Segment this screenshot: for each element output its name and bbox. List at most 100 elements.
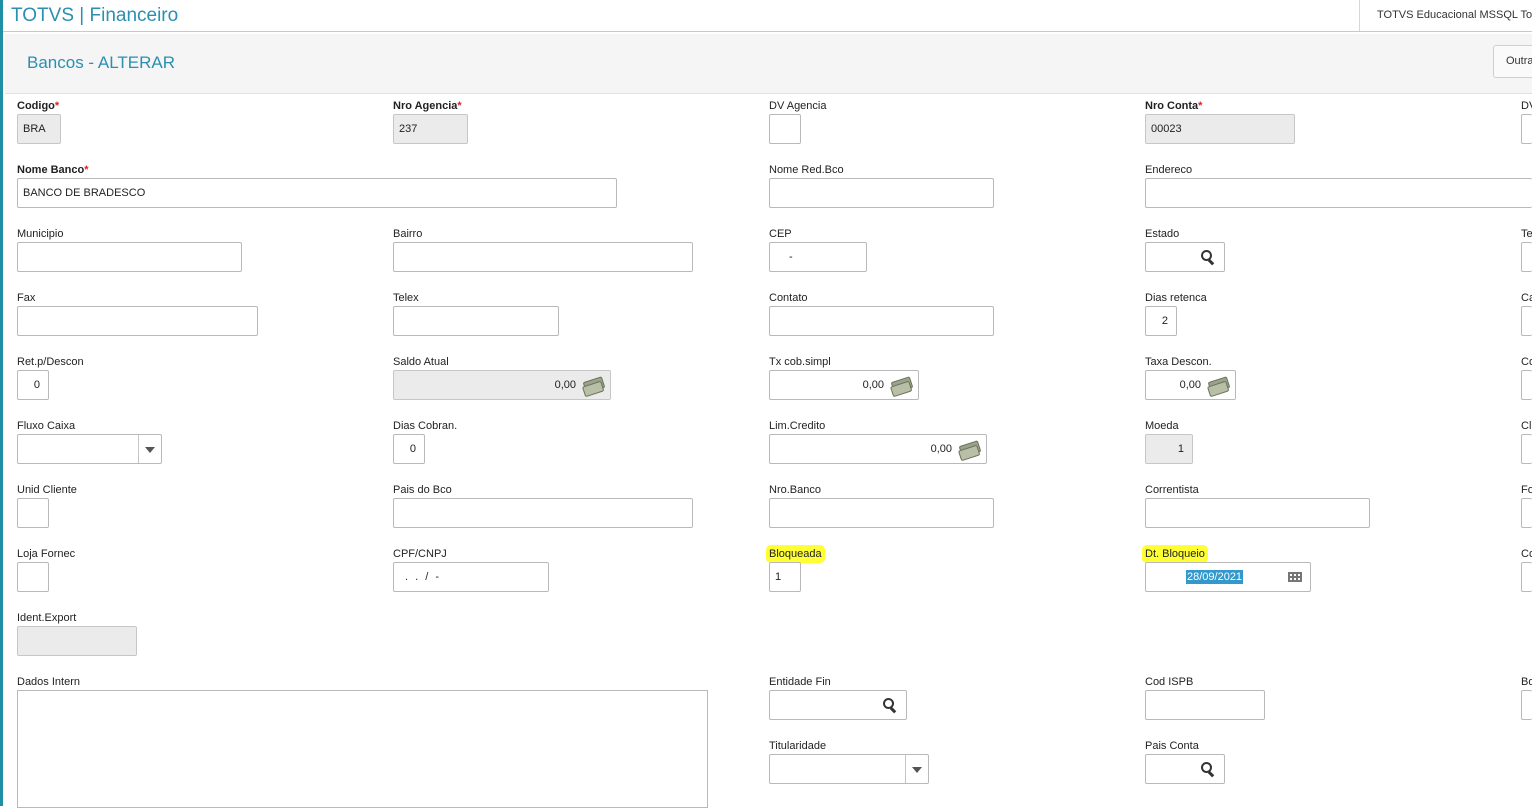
municipio-input[interactable] — [17, 242, 242, 272]
pais-do-bco-label: Pais do Bco — [393, 484, 452, 496]
pais-conta-label: Pais Conta — [1145, 740, 1199, 752]
nro-agencia-input[interactable]: 237 — [393, 114, 468, 144]
titularidade-select[interactable] — [769, 754, 929, 784]
col5-row6-input[interactable] — [1521, 434, 1532, 464]
loja-fornec-input[interactable] — [17, 562, 49, 592]
col5-row10-label: Bo — [1521, 676, 1532, 688]
nome-red-bco-label: Nome Red.Bco — [769, 164, 844, 176]
tx-cob-simpl-input[interactable]: 0,00 — [769, 370, 919, 400]
saldo-atual-label: Saldo Atual — [393, 356, 449, 368]
fax-label: Fax — [17, 292, 36, 304]
top-bar: TOTVS | Financeiro TOTVS Educacional MSS… — [3, 0, 1532, 32]
bairro-input[interactable] — [393, 242, 693, 272]
fluxo-caixa-label: Fluxo Caixa — [17, 420, 76, 432]
contato-label: Contato — [769, 292, 808, 304]
ret-p-descon-input[interactable]: 0 — [17, 370, 49, 400]
nome-banco-label: Nome Banco — [17, 164, 85, 176]
required-asterisk: * — [1198, 100, 1203, 112]
col5-row7-input[interactable] — [1521, 498, 1532, 528]
dv-agencia-label: DV Agencia — [769, 100, 827, 112]
search-icon[interactable] — [1201, 250, 1215, 264]
codigo-label: Codigo — [17, 100, 55, 112]
app-title: TOTVS | Financeiro — [11, 5, 179, 26]
tx-cob-simpl-value: 0,00 — [862, 379, 884, 391]
unid-cliente-input[interactable] — [17, 498, 49, 528]
ident-export-label: Ident.Export — [17, 612, 77, 624]
moeda-input[interactable]: 1 — [1145, 434, 1193, 464]
bloqueada-label: Bloqueada — [769, 548, 822, 560]
taxa-descon-input[interactable]: 0,00 — [1145, 370, 1236, 400]
telefone-label: Te — [1521, 228, 1532, 240]
dias-retenca-input[interactable]: 2 — [1145, 306, 1177, 336]
dt-bloqueio-input[interactable]: 28/09/2021 — [1145, 562, 1311, 592]
col5-row4-label: Ca — [1521, 292, 1532, 304]
search-icon[interactable] — [883, 698, 897, 712]
money-icon[interactable] — [582, 376, 606, 394]
money-icon[interactable] — [1207, 376, 1231, 394]
calendar-icon[interactable] — [1288, 572, 1302, 582]
cpf-cnpj-input[interactable]: . . / - — [393, 562, 549, 592]
lim-credito-label: Lim.Credito — [769, 420, 826, 432]
taxa-descon-label: Taxa Descon. — [1145, 356, 1212, 368]
bloqueada-input[interactable]: 1 — [769, 562, 801, 592]
fluxo-caixa-select[interactable] — [17, 434, 162, 464]
lim-credito-value: 0,00 — [930, 443, 952, 455]
estado-input[interactable] — [1145, 242, 1225, 272]
nro-conta-input[interactable]: 00023 — [1145, 114, 1295, 144]
cod-ispb-input[interactable] — [1145, 690, 1265, 720]
nro-conta-label: Nro Conta — [1145, 100, 1199, 112]
dias-retenca-label: Dias retenca — [1145, 292, 1207, 304]
col5-row8-label: Co — [1521, 548, 1532, 560]
nro-banco-input[interactable] — [769, 498, 994, 528]
ident-export-input[interactable] — [17, 626, 137, 656]
col5-row8-input[interactable] — [1521, 562, 1532, 592]
pais-conta-input[interactable] — [1145, 754, 1225, 784]
page-title: Bancos - ALTERAR — [27, 53, 176, 72]
money-icon[interactable] — [890, 376, 914, 394]
chevron-down-icon[interactable] — [905, 755, 928, 783]
entidade-fin-label: Entidade Fin — [769, 676, 831, 688]
tx-cob-simpl-label: Tx cob.simpl — [769, 356, 831, 368]
correntista-input[interactable] — [1145, 498, 1370, 528]
dias-cobran-input[interactable]: 0 — [393, 434, 425, 464]
estado-label: Estado — [1145, 228, 1180, 240]
col5-row4-input[interactable] — [1521, 306, 1532, 336]
ret-p-descon-label: Ret.p/Descon — [17, 356, 84, 368]
search-icon[interactable] — [1201, 762, 1215, 776]
contato-input[interactable] — [769, 306, 994, 336]
nro-banco-label: Nro.Banco — [769, 484, 821, 496]
dt-bloqueio-label: Dt. Bloqueio — [1145, 548, 1205, 560]
money-icon[interactable] — [958, 440, 982, 458]
lim-credito-input[interactable]: 0,00 — [769, 434, 987, 464]
pais-do-bco-input[interactable] — [393, 498, 693, 528]
endereco-input[interactable] — [1145, 178, 1532, 208]
cep-label: CEP — [769, 228, 792, 240]
dv-agencia-input[interactable] — [769, 114, 801, 144]
dv-conta-label: DV — [1521, 100, 1532, 112]
saldo-atual-input[interactable]: 0,00 — [393, 370, 611, 400]
telefone-input[interactable] — [1521, 242, 1532, 272]
codigo-input[interactable]: BRA — [17, 114, 61, 144]
page-header: Bancos - ALTERAR Outras — [5, 34, 1532, 94]
chevron-down-icon[interactable] — [138, 435, 161, 463]
fax-input[interactable] — [17, 306, 258, 336]
municipio-label: Municipio — [17, 228, 64, 240]
cep-input[interactable]: - — [769, 242, 867, 272]
dias-cobran-label: Dias Cobran. — [393, 420, 458, 432]
outras-button[interactable]: Outras — [1493, 45, 1532, 78]
telex-label: Telex — [393, 292, 419, 304]
dados-intern-textarea[interactable] — [17, 690, 708, 808]
required-asterisk: * — [54, 100, 60, 112]
nome-red-bco-input[interactable] — [769, 178, 994, 208]
col5-row10-input[interactable] — [1521, 690, 1532, 720]
required-asterisk: * — [457, 100, 462, 112]
bairro-label: Bairro — [393, 228, 423, 240]
telex-input[interactable] — [393, 306, 559, 336]
nome-banco-input[interactable]: BANCO DE BRADESCO — [17, 178, 617, 208]
environment-label: TOTVS Educacional MSSQL Totvs — [1359, 0, 1532, 31]
nro-agencia-label: Nro Agencia — [393, 100, 458, 112]
entidade-fin-input[interactable] — [769, 690, 907, 720]
dv-conta-input[interactable] — [1521, 114, 1532, 144]
col5-row5-input[interactable] — [1521, 370, 1532, 400]
unid-cliente-label: Unid Cliente — [17, 484, 77, 496]
